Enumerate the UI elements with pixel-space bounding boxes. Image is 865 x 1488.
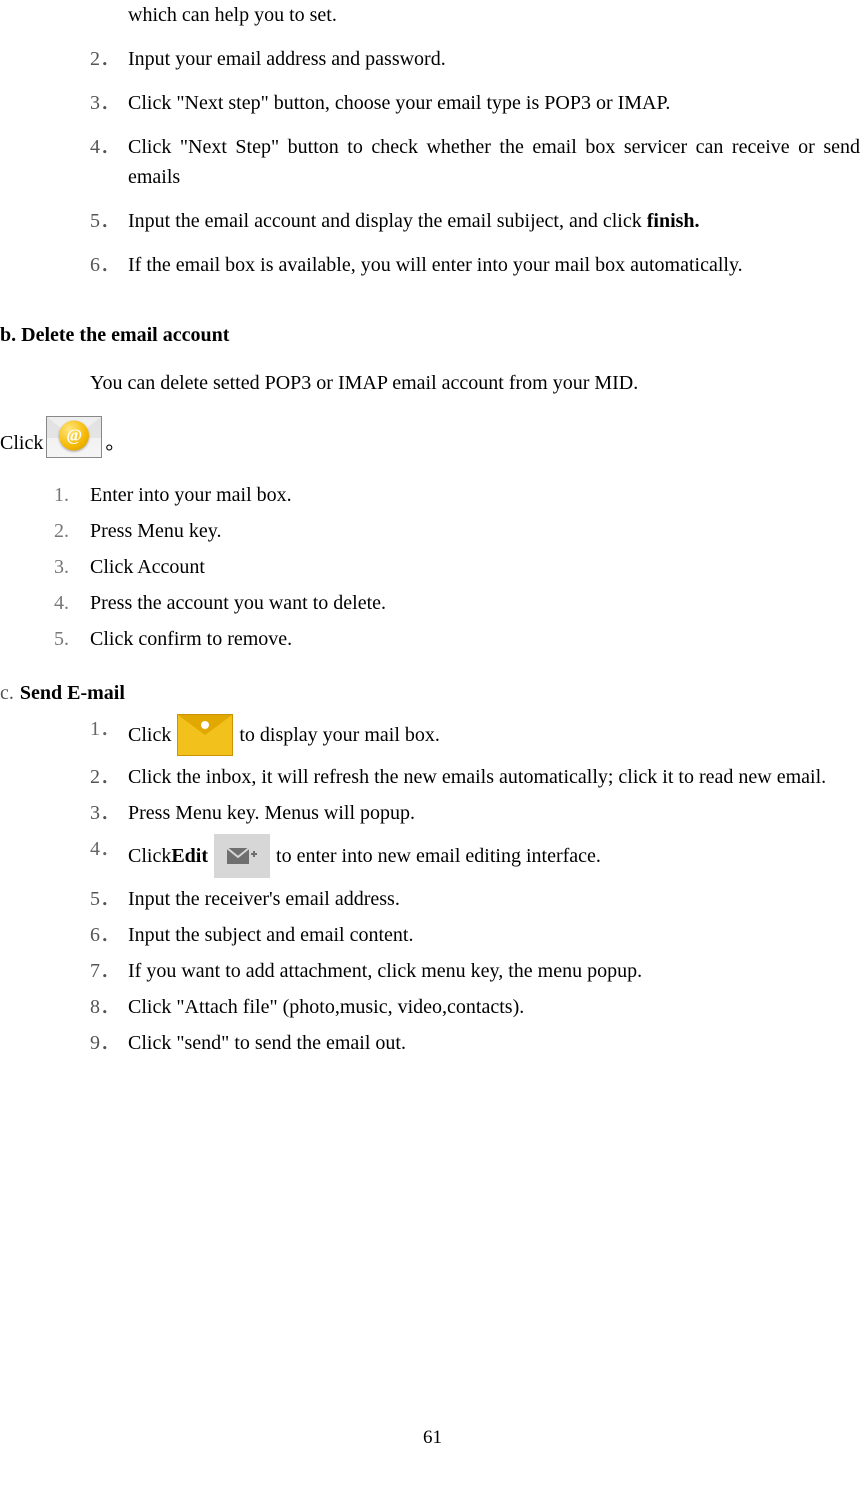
- list-text: Click to display your mail box.: [128, 714, 860, 756]
- section-b-title: b. Delete the email account: [0, 320, 865, 350]
- list-text: If the email box is available, you will …: [128, 250, 860, 280]
- list-number: [90, 0, 128, 30]
- list-text-part: Input the email account and display the …: [128, 210, 647, 232]
- list-text: Click "Attach file" (photo,music, video,…: [128, 992, 860, 1022]
- page-number: 61: [0, 1424, 865, 1453]
- list-item: 3． Click "Next step" button, choose your…: [0, 88, 865, 118]
- list-number: 6．: [90, 250, 128, 280]
- list-item: 8． Click "Attach file" (photo,music, vid…: [0, 992, 865, 1022]
- list-item: 3． Press Menu key. Menus will popup.: [0, 798, 865, 828]
- click-label-pre: Click: [0, 428, 43, 458]
- section-c-heading: c. Send E-mail: [0, 678, 865, 708]
- list-number: 5.: [54, 624, 90, 654]
- list-item: 5. Click confirm to remove.: [0, 624, 865, 654]
- click-email-line: Click @ 。: [0, 416, 865, 458]
- list-number: 2．: [90, 44, 128, 74]
- compose-icon: [214, 834, 270, 878]
- list-text: Press the account you want to delete.: [90, 588, 860, 618]
- list-text: Click "Next Step" button to check whethe…: [128, 132, 860, 192]
- list-text-part: Click: [128, 841, 171, 871]
- list-item: 2． Input your email address and password…: [0, 44, 865, 74]
- mailbox-icon: [177, 714, 233, 756]
- list-text: Input the receiver's email address.: [128, 884, 860, 914]
- list-number: 2.: [54, 516, 90, 546]
- list-item: 1． Click to display your mail box.: [0, 714, 865, 756]
- list-text: which can help you to set.: [128, 0, 860, 30]
- list-item: 4. Press the account you want to delete.: [0, 588, 865, 618]
- list-text: Click Account: [90, 552, 860, 582]
- list-text-part: Click: [128, 720, 171, 750]
- list-item: 1. Enter into your mail box.: [0, 480, 865, 510]
- edit-bold: Edit: [171, 841, 208, 871]
- list-text: Press Menu key. Menus will popup.: [128, 798, 860, 828]
- list-item: 6． If the email box is available, you wi…: [0, 250, 865, 280]
- list-text: Click "send" to send the email out.: [128, 1028, 860, 1058]
- list-item: which can help you to set.: [0, 0, 865, 30]
- list-text: Click Edit to enter into new email editi…: [128, 834, 860, 878]
- list-text-part: to enter into new email editing interfac…: [276, 841, 601, 871]
- list-item: 5． Input the receiver's email address.: [0, 884, 865, 914]
- list-number: 7．: [90, 956, 128, 986]
- list-item: 2． Click the inbox, it will refresh the …: [0, 762, 865, 792]
- list-item: 3. Click Account: [0, 552, 865, 582]
- email-app-icon: @: [46, 416, 102, 458]
- list-text: Click the inbox, it will refresh the new…: [128, 762, 860, 792]
- finish-bold: finish.: [647, 210, 700, 232]
- list-text: If you want to add attachment, click men…: [128, 956, 860, 986]
- list-number: 3．: [90, 798, 128, 828]
- list-number: 4.: [54, 588, 90, 618]
- click-label-post: 。: [105, 428, 125, 458]
- list-number: 1.: [54, 480, 90, 510]
- list-number: 6．: [90, 920, 128, 950]
- list-item: 9． Click "send" to send the email out.: [0, 1028, 865, 1058]
- list-text: Input the email account and display the …: [128, 206, 860, 236]
- list-number: 2．: [90, 762, 128, 792]
- list-text-part: to display your mail box.: [239, 720, 440, 750]
- list-number: 9．: [90, 1028, 128, 1058]
- list-item: 6． Input the subject and email content.: [0, 920, 865, 950]
- list-item: 7． If you want to add attachment, click …: [0, 956, 865, 986]
- list-text: Click confirm to remove.: [90, 624, 860, 654]
- section-c-label: c.: [0, 678, 14, 708]
- list-number: 1．: [90, 714, 128, 756]
- list-item: 5． Input the email account and display t…: [0, 206, 865, 236]
- list-item: 4． Click Edit to enter into new email ed…: [0, 834, 865, 878]
- list-item: 4． Click "Next Step" button to check whe…: [0, 132, 865, 192]
- list-number: 8．: [90, 992, 128, 1022]
- list-number: 3.: [54, 552, 90, 582]
- list-text: Press Menu key.: [90, 516, 860, 546]
- list-number: 5．: [90, 206, 128, 236]
- list-number: 5．: [90, 884, 128, 914]
- list-number: 4．: [90, 834, 128, 878]
- list-number: 3．: [90, 88, 128, 118]
- list-item: 2. Press Menu key.: [0, 516, 865, 546]
- list-text: Input the subject and email content.: [128, 920, 860, 950]
- list-text: Input your email address and password.: [128, 44, 860, 74]
- section-c-title: Send E-mail: [20, 678, 125, 708]
- list-number: 4．: [90, 132, 128, 192]
- section-b-desc: You can delete setted POP3 or IMAP email…: [0, 368, 865, 398]
- list-text: Enter into your mail box.: [90, 480, 860, 510]
- list-text: Click "Next step" button, choose your em…: [128, 88, 860, 118]
